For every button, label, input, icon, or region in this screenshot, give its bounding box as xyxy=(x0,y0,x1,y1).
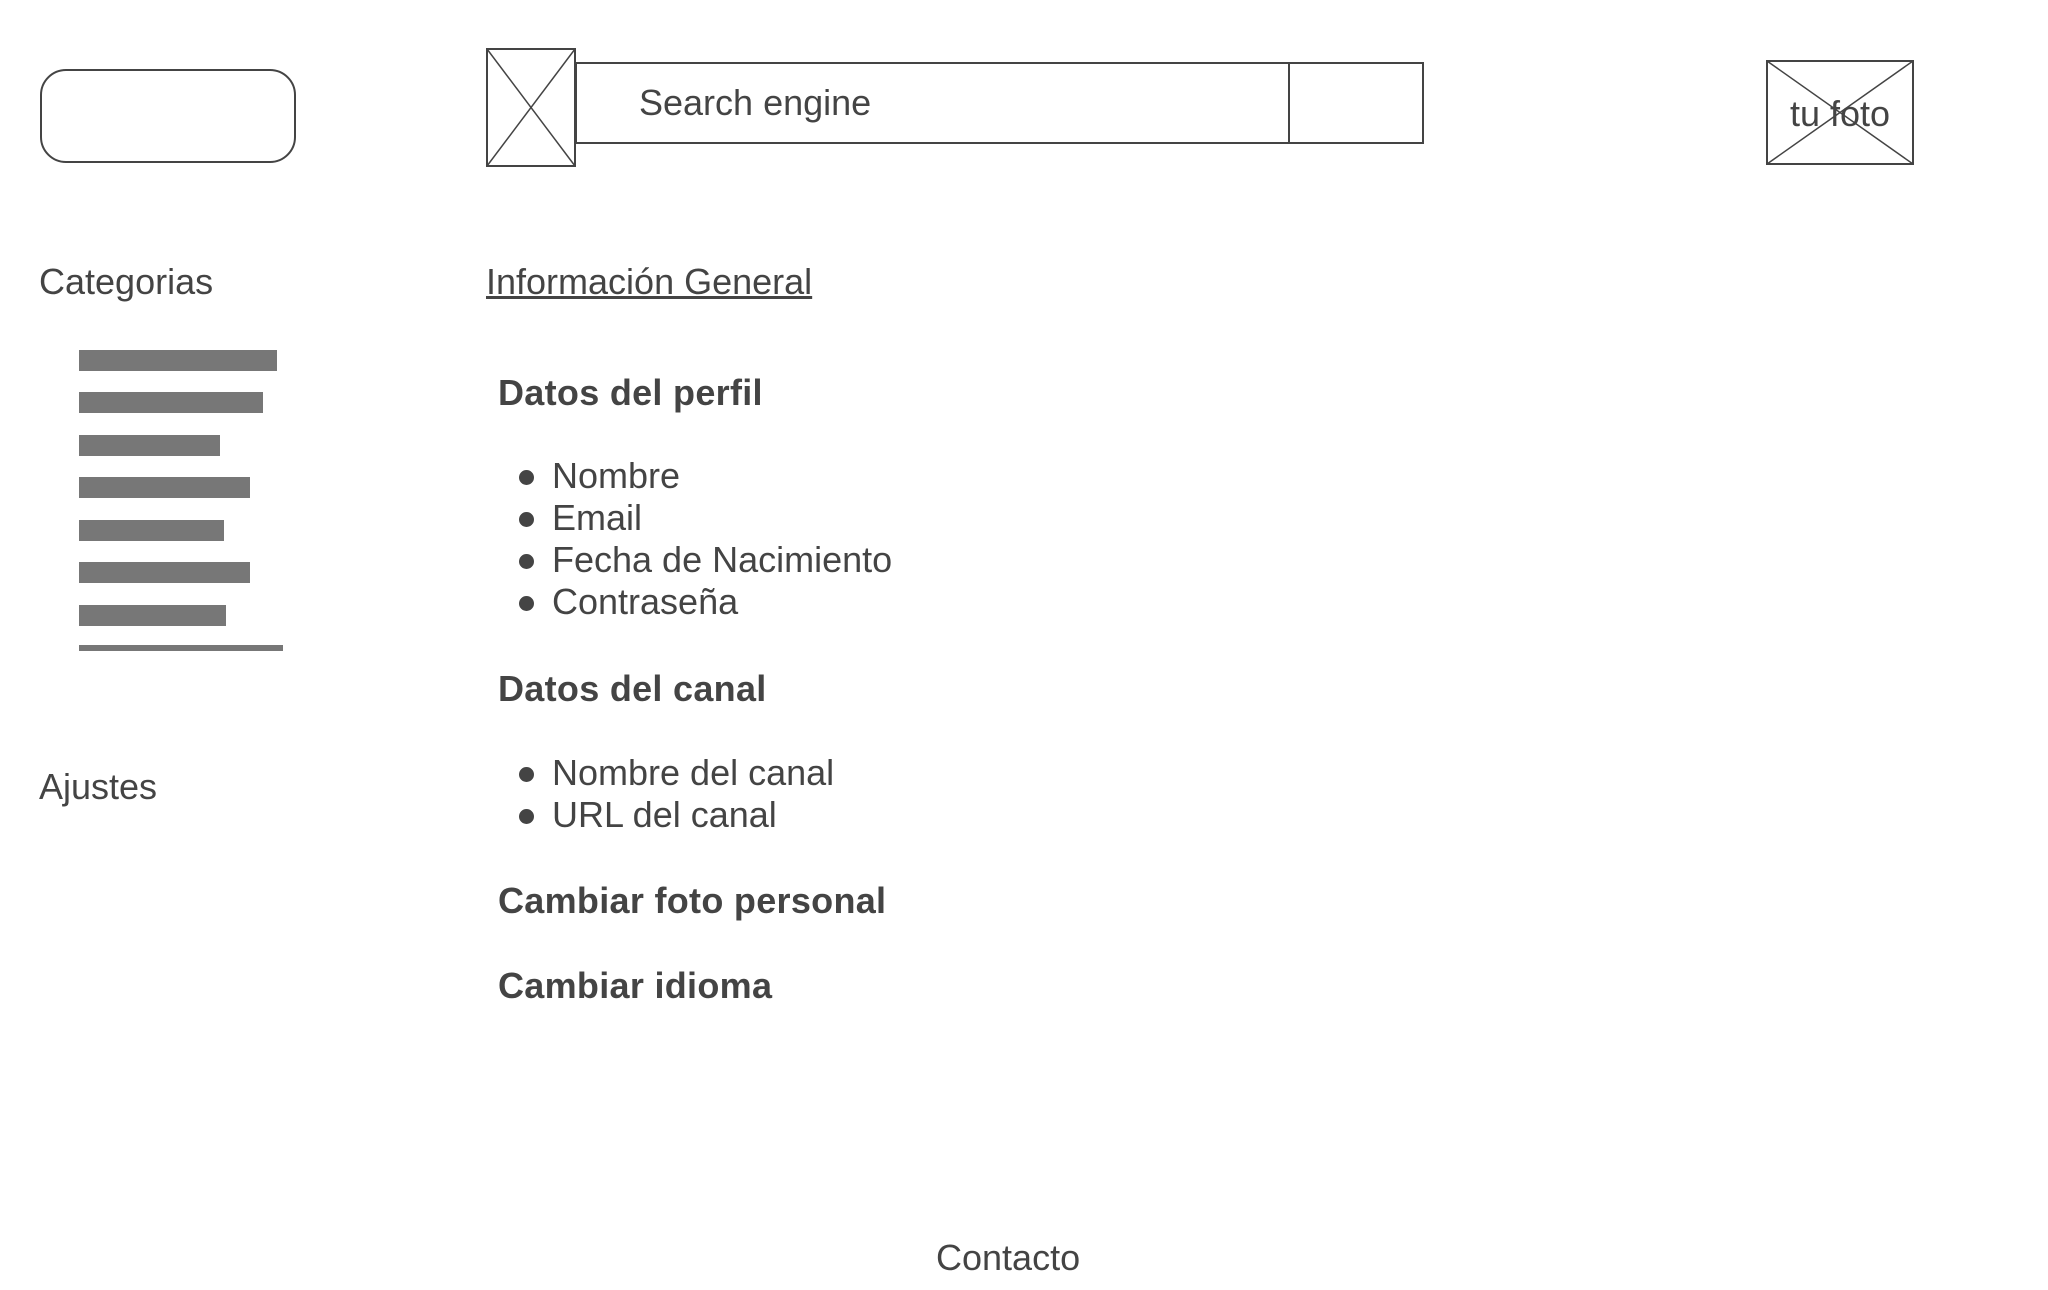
general-info-link[interactable]: Información General xyxy=(486,261,812,303)
change-language-link[interactable]: Cambiar idioma xyxy=(498,965,772,1007)
category-divider xyxy=(79,645,283,651)
list-item: URL del canal xyxy=(498,794,834,836)
contact-link[interactable]: Contacto xyxy=(936,1237,1080,1279)
channel-data-list: Nombre del canal URL del canal xyxy=(498,752,834,836)
category-item[interactable] xyxy=(79,477,250,498)
category-item[interactable] xyxy=(79,350,277,371)
category-item[interactable] xyxy=(79,392,263,413)
image-placeholder-icon xyxy=(486,48,576,167)
search-button[interactable] xyxy=(1288,62,1424,144)
list-item: Fecha de Nacimiento xyxy=(498,539,892,581)
profile-photo-label: tu foto xyxy=(1789,92,1891,134)
list-item: Contraseña xyxy=(498,581,892,623)
category-item[interactable] xyxy=(79,605,226,626)
list-item: Email xyxy=(498,497,892,539)
change-photo-link[interactable]: Cambiar foto personal xyxy=(498,880,886,922)
category-item[interactable] xyxy=(79,520,224,541)
channel-data-heading: Datos del canal xyxy=(498,668,767,709)
categories-title: Categorias xyxy=(39,261,214,302)
profile-data-heading: Datos del perfil xyxy=(498,372,763,413)
logo-placeholder[interactable] xyxy=(40,69,296,163)
category-item[interactable] xyxy=(79,562,250,583)
search-input[interactable] xyxy=(575,62,1290,144)
list-item: Nombre xyxy=(498,455,892,497)
profile-data-list: Nombre Email Fecha de Nacimiento Contras… xyxy=(498,455,892,623)
settings-link[interactable]: Ajustes xyxy=(39,766,157,808)
category-item[interactable] xyxy=(79,435,220,456)
list-item: Nombre del canal xyxy=(498,752,834,794)
